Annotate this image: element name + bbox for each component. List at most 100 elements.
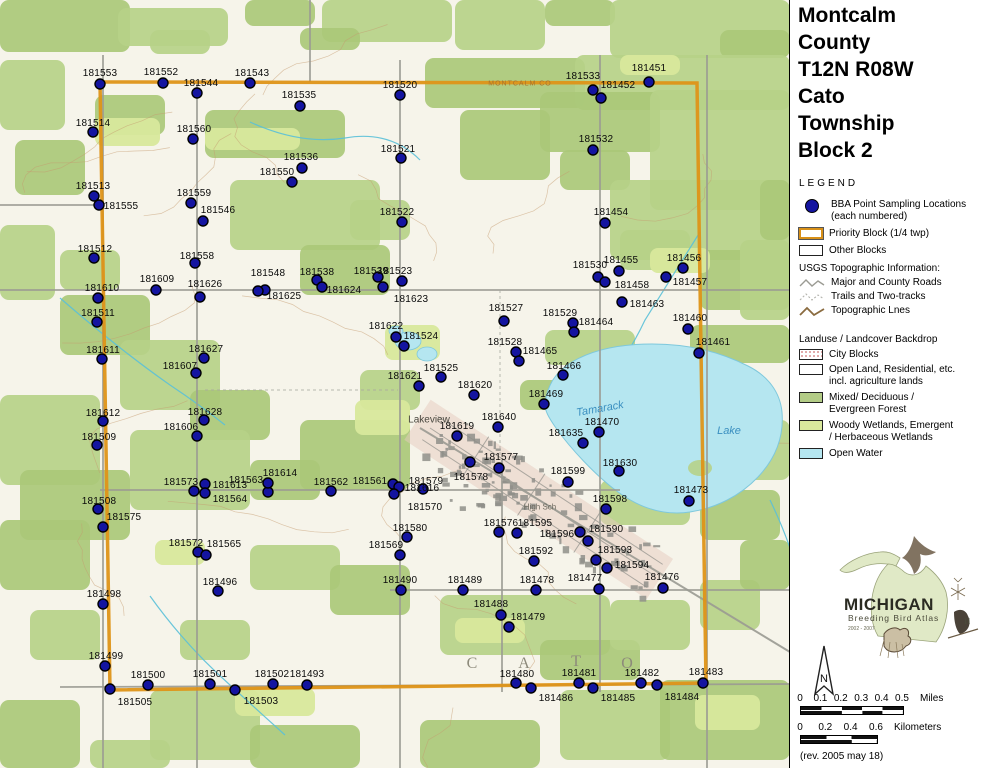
open-water-swatch-icon bbox=[799, 448, 823, 459]
bba-point bbox=[594, 427, 604, 437]
bba-point bbox=[295, 101, 305, 111]
bba-point bbox=[575, 527, 585, 537]
miles-scale-labels: 00.10.20.30.40.5Miles bbox=[790, 693, 1000, 705]
michigan-bba-logo: MICHIGAN Breeding Bird Atlas 2002 - 2007… bbox=[836, 534, 998, 667]
bba-point-label: 181454 bbox=[594, 208, 629, 218]
bba-point-label: 181573 bbox=[164, 478, 199, 488]
bba-point bbox=[105, 684, 115, 694]
bba-point-label: 181575 bbox=[107, 513, 142, 523]
bba-point bbox=[195, 292, 205, 302]
bba-point bbox=[661, 272, 671, 282]
bba-point-label: 181524 bbox=[404, 332, 439, 342]
bba-point-label: 181560 bbox=[177, 125, 212, 135]
place-label: High Sch bbox=[524, 503, 556, 512]
bba-point-label: 181623 bbox=[394, 295, 429, 305]
bba-point bbox=[399, 341, 409, 351]
scale-tick: 0 bbox=[797, 693, 803, 704]
bba-point bbox=[614, 266, 624, 276]
bba-point bbox=[268, 679, 278, 689]
scale-tick: 0.3 bbox=[854, 693, 868, 704]
place-label: C bbox=[467, 655, 480, 673]
bba-point-label: 181490 bbox=[383, 576, 418, 586]
bba-point bbox=[389, 489, 399, 499]
legend-item-topo-lines: Topographic Lnes bbox=[799, 305, 910, 321]
bba-point-label: 181460 bbox=[673, 314, 708, 324]
place-label: Lake bbox=[717, 425, 741, 437]
bba-point bbox=[583, 536, 593, 546]
bba-point-label: 181543 bbox=[235, 69, 270, 79]
logo-name: MICHIGAN bbox=[844, 595, 934, 614]
bba-point-label: 181514 bbox=[76, 119, 111, 129]
bba-point bbox=[678, 263, 688, 273]
bba-point-label: 181512 bbox=[78, 245, 113, 255]
bba-point bbox=[93, 293, 103, 303]
place-label: MONTCALM CO bbox=[488, 81, 552, 88]
bba-point bbox=[578, 438, 588, 448]
bba-point-label: 181496 bbox=[203, 578, 238, 588]
bba-point bbox=[200, 488, 210, 498]
bba-point-label: 181565 bbox=[207, 540, 242, 550]
bba-point-label: 181477 bbox=[568, 574, 603, 584]
bba-point bbox=[458, 585, 468, 595]
bba-point bbox=[98, 599, 108, 609]
bba-point-label: 181616 bbox=[405, 484, 440, 494]
legend-label: Topographic Lnes bbox=[831, 305, 910, 317]
bba-point bbox=[465, 457, 475, 467]
bba-point-label: 181451 bbox=[632, 64, 667, 74]
bba-point bbox=[514, 356, 524, 366]
bba-point bbox=[600, 277, 610, 287]
bba-point bbox=[317, 282, 327, 292]
bba-point-label: 181558 bbox=[180, 252, 215, 262]
bba-point bbox=[684, 496, 694, 506]
bba-point-label: 181500 bbox=[131, 671, 166, 681]
bba-point bbox=[574, 678, 584, 688]
bba-point-label: 181607 bbox=[163, 362, 198, 372]
bba-point-label: 181469 bbox=[529, 390, 564, 400]
bba-point bbox=[253, 286, 263, 296]
bba-point-label: 181569 bbox=[369, 541, 404, 551]
bba-point-label: 181555 bbox=[104, 202, 139, 212]
bba-point bbox=[192, 88, 202, 98]
bba-point bbox=[94, 200, 104, 210]
bba-point-label: 181562 bbox=[314, 478, 349, 488]
legend-heading: LEGEND bbox=[799, 178, 858, 189]
bba-point-label: 181580 bbox=[393, 524, 428, 534]
bba-point-label: 181499 bbox=[89, 652, 124, 662]
bba-point-label: 181626 bbox=[188, 280, 223, 290]
bba-point bbox=[588, 145, 598, 155]
flower-icon bbox=[951, 578, 965, 600]
bba-point bbox=[151, 285, 161, 295]
title-line: Cato bbox=[798, 83, 914, 110]
bba-point bbox=[658, 583, 668, 593]
bba-point-label: 181476 bbox=[645, 573, 680, 583]
bba-point-label: 181595 bbox=[518, 519, 553, 529]
bba-point-label: 181528 bbox=[488, 338, 523, 348]
miles-scale-bar bbox=[800, 706, 904, 715]
bba-point-label: 181561 bbox=[353, 477, 388, 487]
km-scale-labels: 00.20.40.6Kilometers bbox=[790, 722, 1000, 734]
bba-point bbox=[186, 198, 196, 208]
forest-swatch-icon bbox=[799, 392, 823, 403]
bba-point bbox=[683, 324, 693, 334]
bba-point bbox=[569, 327, 579, 337]
bba-point bbox=[378, 282, 388, 292]
bba-point bbox=[396, 585, 406, 595]
bba-point-swatch-icon bbox=[805, 199, 819, 213]
bba-point-label: 181520 bbox=[383, 81, 418, 91]
bba-point-label: 181621 bbox=[388, 372, 423, 382]
bba-point bbox=[591, 555, 601, 565]
place-label: O bbox=[621, 655, 635, 673]
bba-point-label: 181576 bbox=[484, 519, 519, 529]
bba-point bbox=[205, 679, 215, 689]
legend-item-open-water: Open Water bbox=[799, 448, 883, 460]
legend-item-wetland: Woody Wetlands, Emergent / Herbaceous We… bbox=[799, 420, 953, 444]
map-canvas: 1815531815521815441815431815351815201815… bbox=[0, 0, 790, 768]
bba-point-label: 181493 bbox=[290, 670, 325, 680]
place-label: A bbox=[518, 655, 532, 673]
scale-tick: 0.4 bbox=[875, 693, 889, 704]
bba-point bbox=[287, 177, 297, 187]
bba-point bbox=[302, 680, 312, 690]
bba-point-label: 181594 bbox=[615, 561, 650, 571]
legend-item-bba-points: BBA Point Sampling Locations (each numbe… bbox=[799, 199, 966, 223]
title-line: County bbox=[798, 29, 914, 56]
